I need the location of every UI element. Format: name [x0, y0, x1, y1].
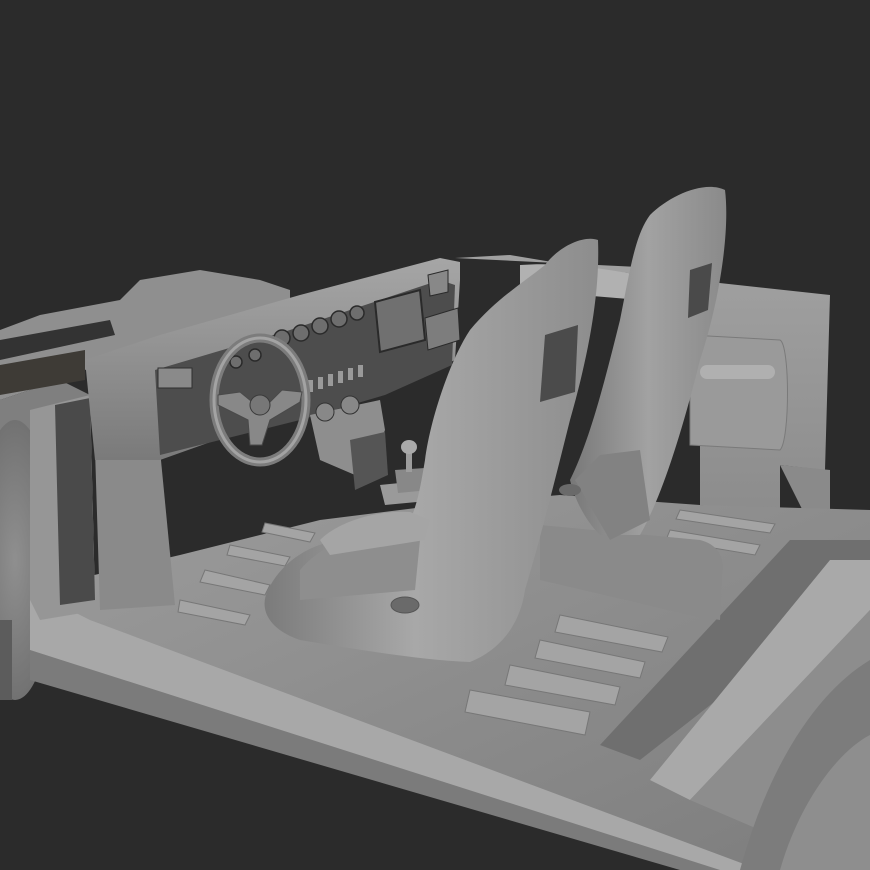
- car-interior-render: [0, 186, 870, 870]
- 3d-viewport[interactable]: [0, 0, 870, 870]
